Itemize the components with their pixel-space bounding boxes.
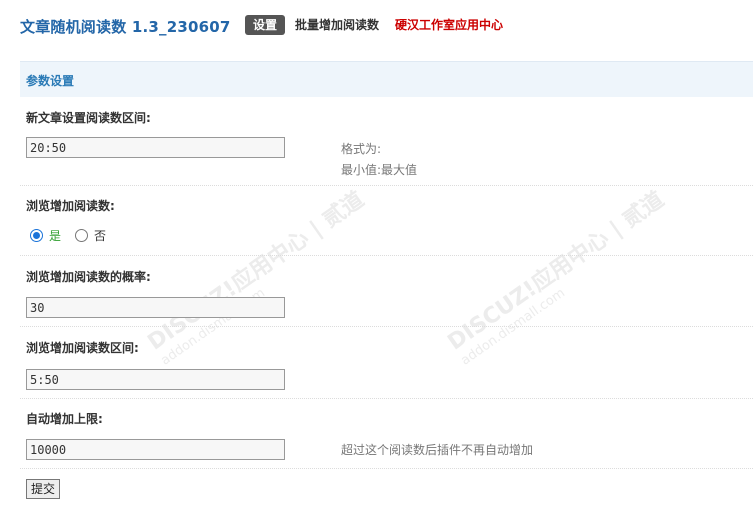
limit-input[interactable]: [26, 439, 285, 460]
divider: [20, 468, 753, 469]
radio-no-label[interactable]: 否: [94, 227, 106, 244]
divider: [20, 398, 753, 399]
limit-hint: 超过这个阅读数后插件不再自动增加: [341, 443, 534, 457]
watermark-url: addon.dismall.com: [458, 285, 568, 369]
radio-yes[interactable]: [30, 229, 43, 242]
watermark-left: DISCUZ!应用中心 | 贰道 addon.dismall.com: [140, 182, 378, 368]
tab-batch-increase[interactable]: 批量增加阅读数: [295, 15, 379, 35]
submit-button[interactable]: 提交: [26, 479, 60, 499]
watermark-right: DISCUZ!应用中心 | 贰道 addon.dismall.com: [440, 182, 678, 368]
header: 文章随机阅读数 1.3_230607 设置 批量增加阅读数 硬汉工作室应用中心: [0, 0, 753, 56]
nav-tabs: 设置 批量增加阅读数 硬汉工作室应用中心: [245, 15, 519, 35]
divider: [20, 255, 753, 256]
section-title: 参数设置: [26, 74, 75, 88]
section-header: 参数设置: [20, 61, 753, 97]
radio-no[interactable]: [75, 229, 89, 242]
range-label: 浏览增加阅读数区间:: [26, 341, 139, 355]
probability-label: 浏览增加阅读数的概率:: [26, 270, 151, 284]
increase-radio-group: 是 否: [30, 227, 120, 244]
range-input[interactable]: [26, 369, 285, 390]
tab-settings[interactable]: 设置: [245, 15, 286, 35]
interval-hint-line1: 格式为:: [341, 142, 382, 156]
divider: [20, 326, 753, 327]
tab-app-center[interactable]: 硬汉工作室应用中心: [395, 15, 503, 35]
increase-label: 浏览增加阅读数:: [26, 199, 115, 213]
interval-input[interactable]: [26, 137, 285, 158]
watermark-text: DISCUZ!应用中心 | 贰道: [143, 187, 369, 356]
radio-yes-label[interactable]: 是: [49, 227, 61, 244]
probability-input[interactable]: [26, 297, 285, 318]
limit-label: 自动增加上限:: [26, 412, 103, 426]
app-title: 文章随机阅读数 1.3_230607: [20, 18, 231, 36]
interval-label: 新文章设置阅读数区间:: [26, 111, 151, 125]
divider: [20, 185, 753, 186]
interval-hint-line2: 最小值:最大值: [341, 163, 418, 177]
watermark-text: DISCUZ!应用中心 | 贰道: [443, 187, 669, 356]
watermark-url: addon.dismall.com: [158, 285, 268, 369]
